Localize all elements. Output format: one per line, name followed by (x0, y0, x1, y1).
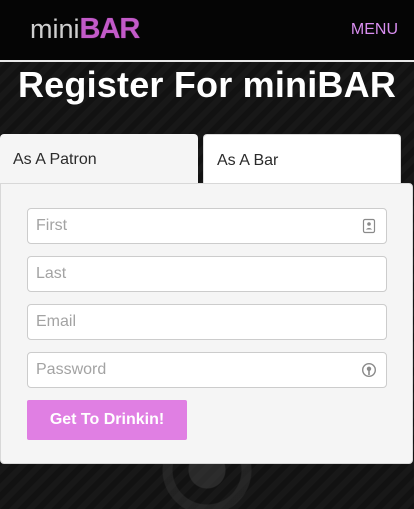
password-input[interactable] (28, 353, 386, 387)
password-field-wrapper (27, 352, 387, 388)
logo-bar-text: BAR (79, 13, 141, 45)
top-navbar: mini BAR MENU (0, 0, 414, 62)
get-to-drinkin-button[interactable]: Get To Drinkin! (27, 400, 187, 440)
last-name-field-wrapper (27, 256, 387, 292)
email-field-wrapper (27, 304, 387, 340)
email-input[interactable] (28, 305, 386, 339)
first-name-input[interactable] (28, 209, 386, 243)
logo-mini-text: mini (30, 14, 80, 44)
last-name-input[interactable] (28, 257, 386, 291)
first-name-field-wrapper (27, 208, 387, 244)
contact-card-icon[interactable] (361, 218, 377, 234)
page-title: Register For miniBAR (17, 64, 397, 105)
minibar-logo[interactable]: mini BAR (30, 13, 141, 45)
tab-as-a-patron[interactable]: As A Patron (0, 134, 198, 186)
menu-button[interactable]: MENU (351, 21, 398, 39)
tab-as-a-bar[interactable]: As A Bar (203, 134, 401, 183)
password-manager-key-icon[interactable] (361, 362, 377, 378)
